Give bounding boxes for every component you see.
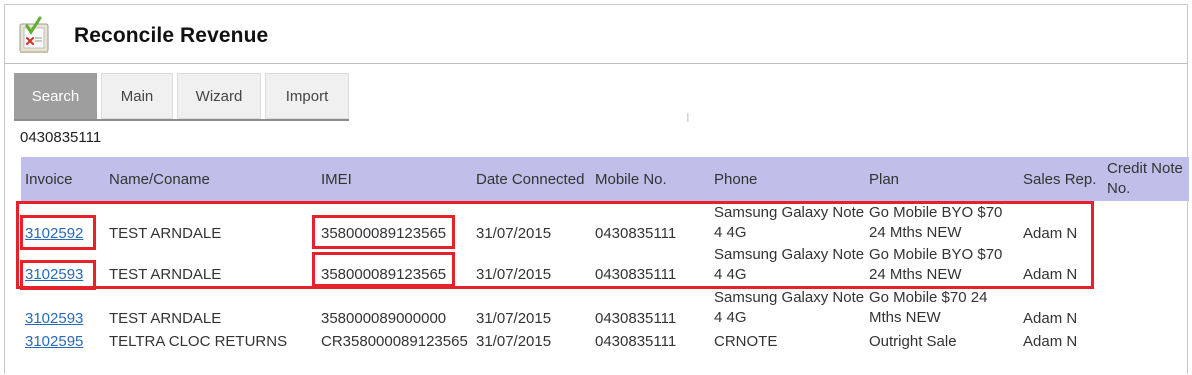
plan-cell: Go Mobile $70 24 <box>869 289 988 306</box>
date-cell: 31/07/2015 <box>476 225 552 242</box>
name-cell: TEST ARNDALE <box>109 225 222 242</box>
phone-cell: Samsung Galaxy Note <box>714 289 865 306</box>
imei-cell: CR358000089123565 <box>321 333 468 350</box>
title-bar: Reconcile Revenue <box>4 5 1188 64</box>
col-imei[interactable]: IMEI <box>321 171 352 188</box>
date-cell: 31/07/2015 <box>476 310 552 327</box>
tab-underline <box>14 119 349 121</box>
phone-cell: Samsung Galaxy Note <box>714 204 865 221</box>
mobile-cell: 0430835111 <box>595 266 677 283</box>
name-cell: TELTRA CLOC RETURNS <box>109 333 288 350</box>
page-title: Reconcile Revenue <box>74 24 269 47</box>
plan-cell: Outright Sale <box>869 333 957 350</box>
tab-wizard[interactable]: Wizard <box>177 73 261 119</box>
text-cursor-icon: I <box>686 110 690 125</box>
plan-cell-line2: 24 Mths NEW <box>869 266 962 283</box>
sales-rep-cell: Adam N <box>1023 333 1078 350</box>
phone-cell: Samsung Galaxy Note <box>714 246 865 263</box>
col-credit-note-no: No. <box>1107 180 1131 197</box>
tab-search[interactable]: Search <box>14 73 97 119</box>
sales-rep-cell: Adam N <box>1023 266 1078 283</box>
phone-cell-line2: 4 4G <box>714 266 747 283</box>
tab-main[interactable]: Main <box>101 73 173 119</box>
col-phone[interactable]: Phone <box>714 171 757 188</box>
phone-cell-line2: 4 4G <box>714 224 747 241</box>
imei-cell: 358000089123565 <box>321 266 447 283</box>
table-header: Invoice Name/Coname IMEI Date Connected … <box>21 157 1189 201</box>
col-invoice[interactable]: Invoice <box>25 171 73 188</box>
phone-cell: CRNOTE <box>714 333 778 350</box>
plan-cell-line2: 24 Mths NEW <box>869 224 962 241</box>
mobile-cell: 0430835111 <box>595 310 677 327</box>
date-cell: 31/07/2015 <box>476 266 552 283</box>
plan-cell: Go Mobile BYO $70 <box>869 204 1003 221</box>
tab-import[interactable]: Import <box>265 73 349 119</box>
sales-rep-cell: Adam N <box>1023 310 1078 327</box>
mobile-cell: 0430835111 <box>595 333 677 350</box>
invoice-link[interactable]: 3102592 <box>25 224 83 244</box>
invoice-link[interactable]: 3102593 <box>25 265 83 285</box>
col-name[interactable]: Name/Coname <box>109 171 210 188</box>
sales-rep-cell: Adam N <box>1023 225 1078 242</box>
plan-cell-line2: Mths NEW <box>869 309 941 326</box>
col-plan[interactable]: Plan <box>869 171 899 188</box>
imei-cell: 358000089123565 <box>321 225 447 242</box>
search-value: 0430835111 <box>20 129 102 146</box>
invoice-link[interactable]: 3102593 <box>25 309 83 329</box>
col-credit-note[interactable]: Credit Note <box>1107 160 1183 177</box>
date-cell: 31/07/2015 <box>476 333 552 350</box>
col-mobile[interactable]: Mobile No. <box>595 171 667 188</box>
name-cell: TEST ARNDALE <box>109 310 222 327</box>
plan-cell: Go Mobile BYO $70 <box>869 246 1003 263</box>
invoice-link[interactable]: 3102595 <box>25 332 83 352</box>
col-date[interactable]: Date Connected <box>476 171 584 188</box>
col-sales-rep[interactable]: Sales Rep. <box>1023 171 1096 188</box>
checklist-icon <box>16 16 54 56</box>
mobile-cell: 0430835111 <box>595 225 677 242</box>
name-cell: TEST ARNDALE <box>109 266 222 283</box>
imei-cell: 358000089000000 <box>321 310 447 327</box>
phone-cell-line2: 4 4G <box>714 309 747 326</box>
